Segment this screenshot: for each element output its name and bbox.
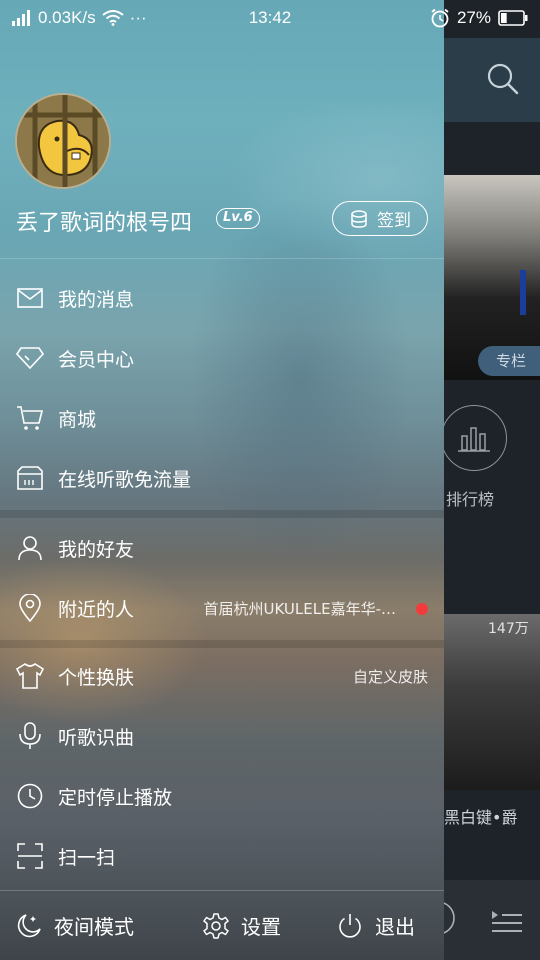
menu-item-identify[interactable]: 听歌识曲 (0, 706, 444, 766)
clock-icon (16, 782, 44, 810)
section-divider (0, 510, 444, 518)
gear-icon (203, 912, 229, 939)
battery-percent: 27% (456, 8, 491, 27)
battery-icon (498, 10, 528, 26)
menu-item-timer[interactable]: 定时停止播放 (0, 766, 444, 826)
cart-icon (16, 404, 44, 432)
menu-label: 商城 (58, 408, 97, 431)
logout-label: 退出 (375, 915, 415, 939)
menu-label: 会员中心 (58, 348, 135, 371)
menu-label: 我的消息 (58, 288, 135, 311)
moon-icon (17, 913, 41, 937)
drawer-footer: 夜间模式 设置 退出 (0, 890, 444, 960)
rank-icon[interactable] (441, 405, 507, 471)
menu-item-friends[interactable]: 我的好友 (0, 518, 444, 578)
mail-icon (16, 284, 44, 312)
avatar[interactable] (15, 93, 111, 189)
level-badge: Lv.6 (216, 208, 260, 229)
settings-label: 设置 (241, 915, 281, 939)
checkin-label: 签到 (377, 211, 411, 231)
menu-item-scan[interactable]: 扫一扫 (0, 826, 444, 886)
menu-item-mall[interactable]: 商城 (0, 388, 444, 448)
coins-icon (351, 209, 367, 228)
playlist-icon[interactable] (490, 908, 524, 936)
menu-label: 在线听歌免流量 (58, 468, 192, 491)
alarm-icon (431, 8, 449, 28)
menu-label: 个性换肤 (58, 666, 135, 689)
power-icon (339, 913, 361, 938)
playlist-title: 黑白键•爵 (444, 808, 518, 827)
playlist-cover[interactable] (444, 614, 540, 790)
microphone-icon (16, 722, 44, 750)
tshirt-icon (16, 662, 44, 690)
notification-dot (416, 603, 428, 615)
play-count: 147万 (488, 621, 529, 637)
skin-extra: 自定义皮肤 (352, 667, 428, 686)
menu-label: 听歌识曲 (58, 726, 135, 749)
menu-label: 附近的人 (58, 598, 135, 621)
search-icon[interactable] (486, 62, 520, 96)
night-mode-label: 夜间模式 (54, 915, 134, 939)
column-tag: 专栏 (478, 346, 540, 376)
sim-card-icon (16, 464, 44, 492)
menu-label: 我的好友 (58, 538, 135, 561)
menu-label: 扫一扫 (58, 846, 116, 869)
menu-item-skin[interactable]: 个性换肤 自定义皮肤 (0, 646, 444, 706)
user-icon (16, 534, 44, 562)
menu-label: 定时停止播放 (58, 786, 173, 809)
rank-label: 排行榜 (446, 490, 495, 509)
menu-item-vip[interactable]: 会员中心 (0, 328, 444, 388)
menu-item-free-traffic[interactable]: 在线听歌免流量 (0, 448, 444, 508)
scan-icon (16, 842, 44, 870)
background-header (444, 38, 540, 122)
settings-button[interactable]: 设置 (203, 911, 281, 940)
mini-player (434, 880, 540, 960)
menu-item-messages[interactable]: 我的消息 (0, 268, 444, 328)
checkin-button[interactable]: 签到 (332, 201, 428, 236)
logout-button[interactable]: 退出 (337, 911, 415, 940)
nearby-event-text: 首届杭州UKULELE嘉年华-… (204, 598, 428, 619)
status-bar: 0.03K/s ··· 13:42 27% (0, 0, 540, 38)
divider (0, 258, 444, 259)
side-drawer: 丢了歌词的根号四 Lv.6 签到 我的消息 会员中心 商城 在线听歌免流量 我的… (0, 0, 444, 960)
night-mode-button[interactable]: 夜间模式 (16, 911, 134, 940)
menu-item-nearby[interactable]: 附近的人 首届杭州UKULELE嘉年华-… (0, 578, 444, 638)
username[interactable]: 丢了歌词的根号四 (16, 205, 192, 237)
diamond-icon (16, 344, 44, 372)
location-pin-icon (16, 594, 44, 622)
